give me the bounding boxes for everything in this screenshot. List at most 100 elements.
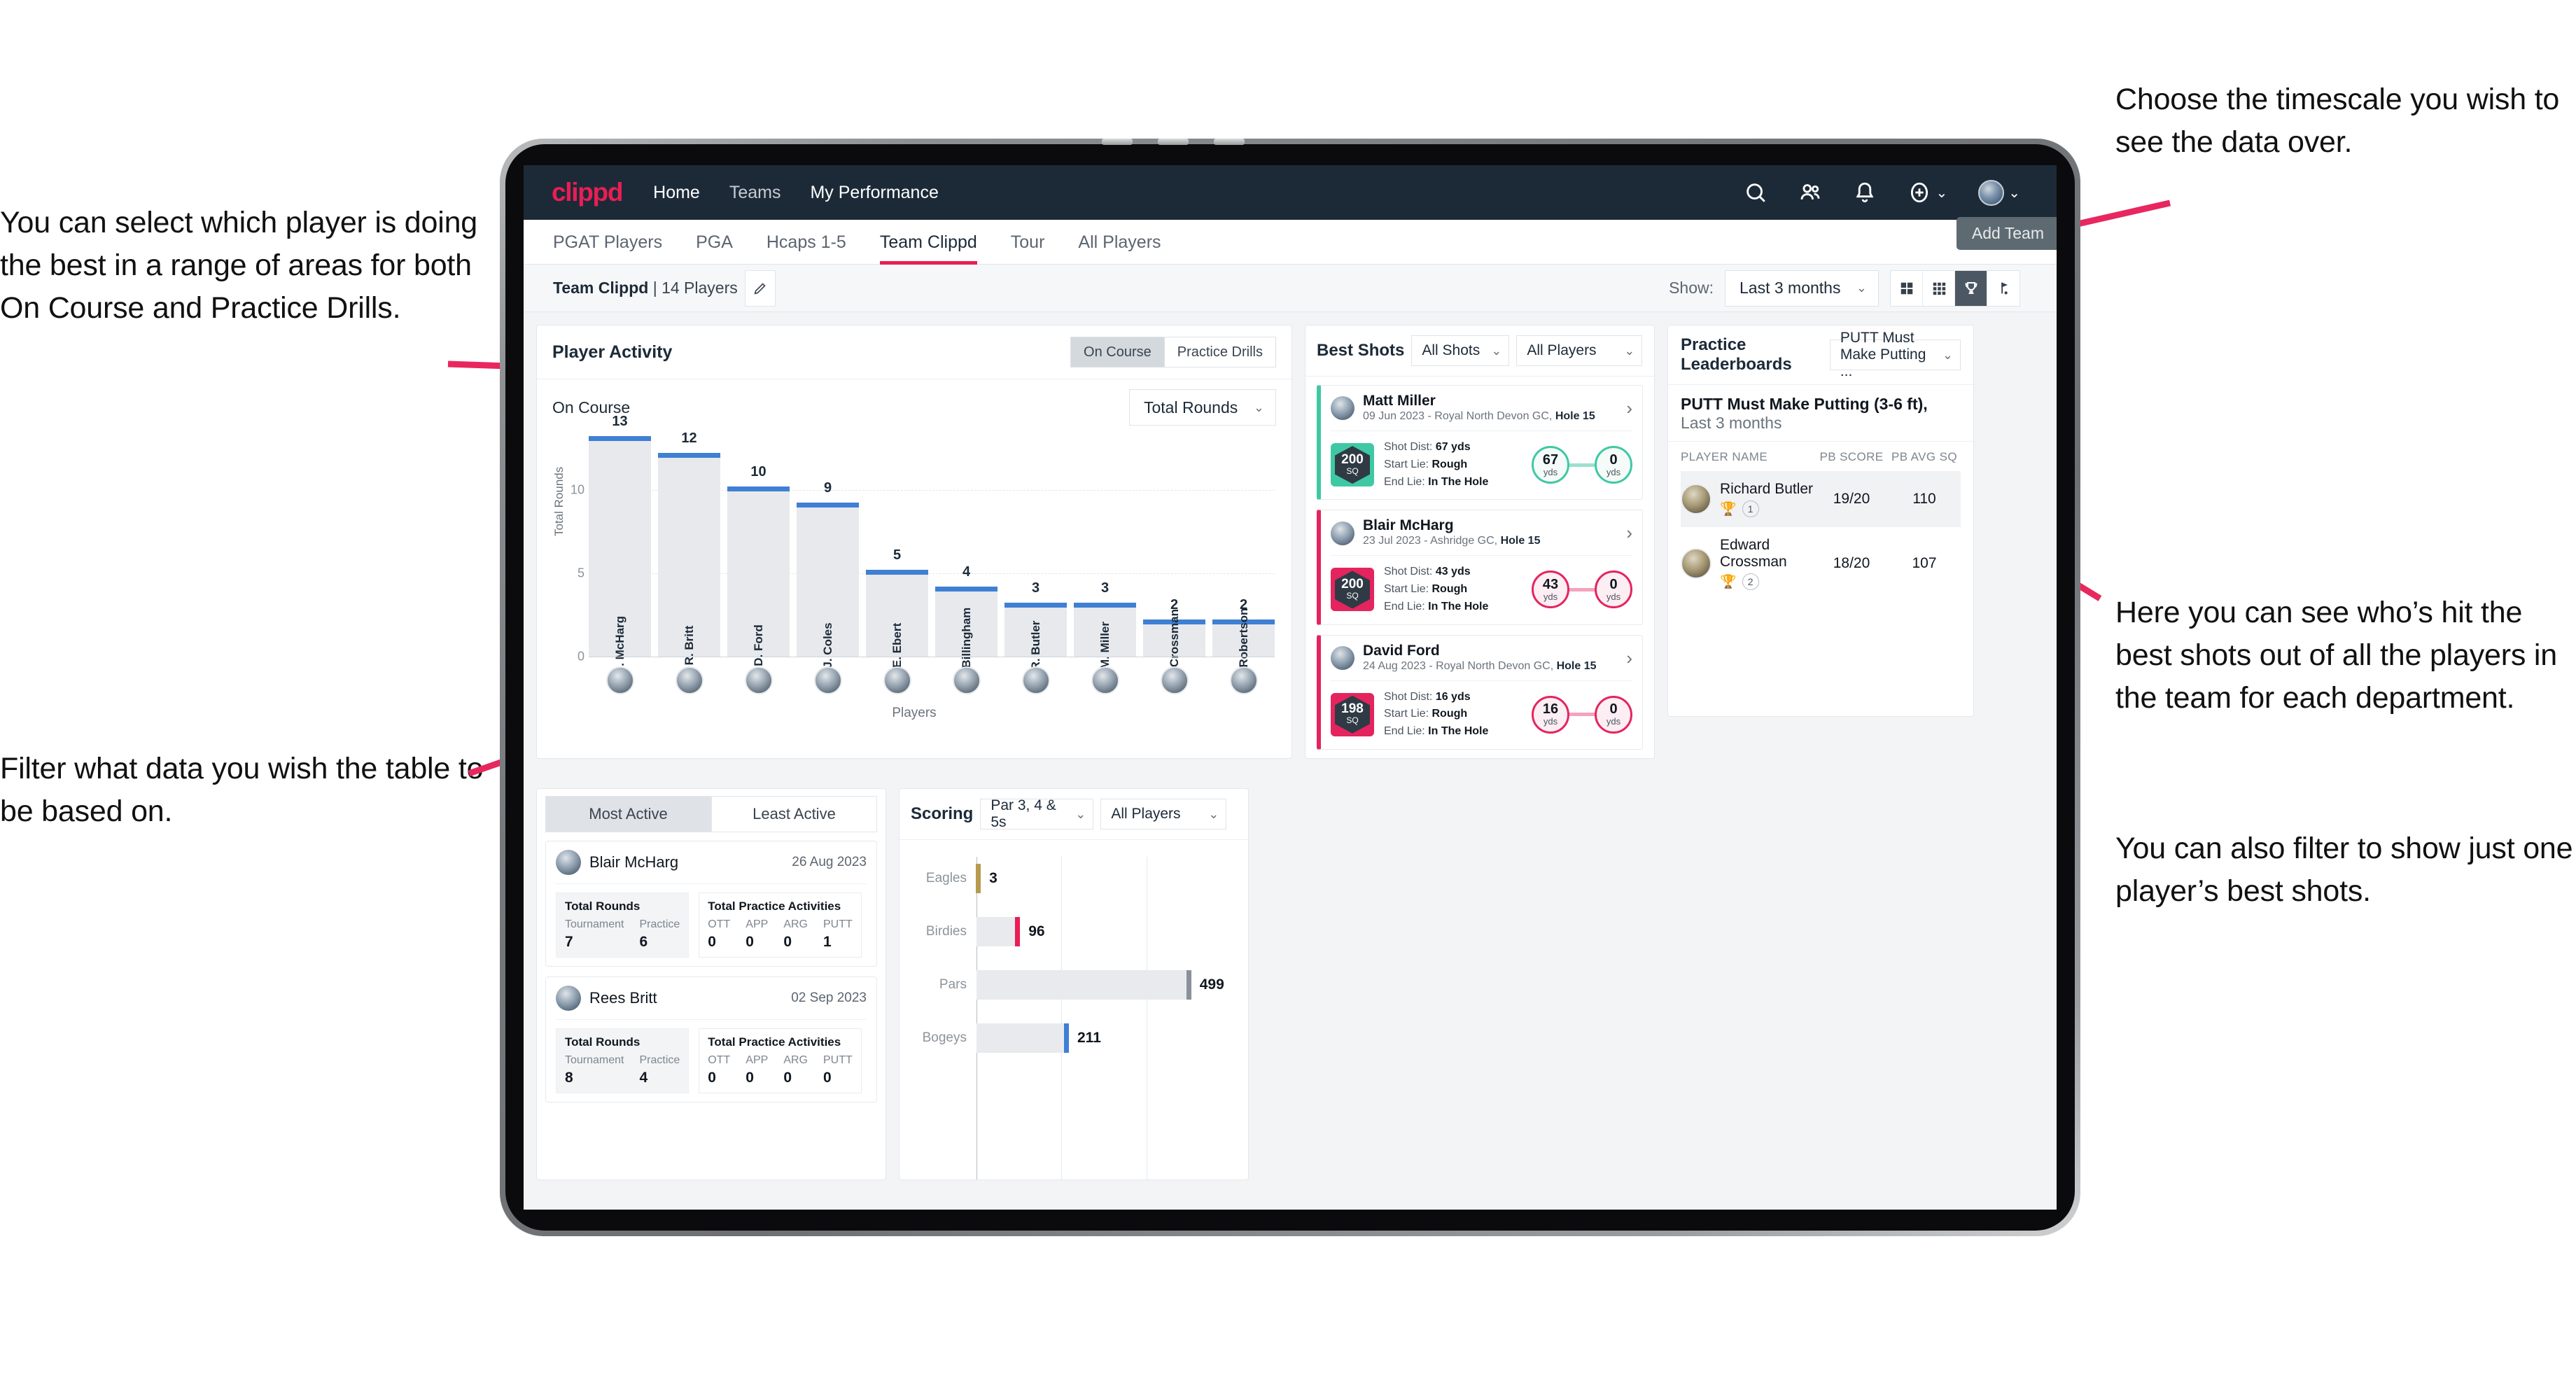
player-avatar[interactable] bbox=[866, 666, 928, 694]
chevron-right-icon[interactable]: › bbox=[1626, 522, 1632, 544]
best-shots-player-select[interactable]: All Players ⌄ bbox=[1516, 335, 1643, 366]
team-activity-card: Most Active Least Active Blair McHarg 26 … bbox=[536, 788, 886, 1180]
scoring-category-label: Eagles bbox=[925, 871, 967, 886]
chart-bar-label: R. Britt bbox=[682, 625, 696, 666]
rounds-col-tournament: Tournament bbox=[565, 1054, 624, 1066]
annotation-left-bottom: Filter what data you wish the table to b… bbox=[0, 752, 484, 829]
practice-leaderboards-title: Practice Leaderboards bbox=[1681, 335, 1792, 374]
add-team-tooltip: Add Team bbox=[1956, 217, 2057, 250]
grid-2x2-view-button[interactable] bbox=[1891, 270, 1923, 306]
player-avatar[interactable] bbox=[935, 666, 997, 694]
flag-view-button[interactable] bbox=[1987, 271, 2019, 306]
drill-select-value: PUTT Must Make Putting ... bbox=[1840, 330, 1926, 379]
chart-bar-group[interactable]: 9 J. Coles bbox=[797, 440, 859, 668]
chart-bar-cap bbox=[589, 436, 651, 441]
scoring-card: Scoring Par 3, 4 & 5s ⌄ All Players ⌄ Ea… bbox=[899, 788, 1249, 1180]
scoring-bar-value: 96 bbox=[1028, 923, 1045, 939]
shot-type-select[interactable]: All Shots ⌄ bbox=[1411, 335, 1510, 366]
activity-list: Blair McHarg 26 Aug 2023 Total Rounds Tourn… bbox=[537, 832, 886, 1111]
tab-tour[interactable]: Tour bbox=[1011, 220, 1045, 265]
chevron-down-icon: ⌄ bbox=[1253, 400, 1264, 414]
metric-select[interactable]: Total Rounds ⌄ bbox=[1129, 389, 1276, 426]
rounds-value-practice: 4 bbox=[639, 1070, 648, 1086]
people-icon[interactable] bbox=[1798, 181, 1822, 204]
clippd-logo[interactable]: clippd bbox=[552, 178, 623, 207]
col-pb-avg-sq: PB AVG SQ bbox=[1891, 450, 1957, 463]
scoring-player-select[interactable]: All Players ⌄ bbox=[1100, 799, 1227, 830]
scoring-title: Scoring bbox=[911, 804, 974, 823]
toggle-on-course[interactable]: On Course bbox=[1071, 337, 1164, 367]
edit-team-button[interactable] bbox=[744, 270, 776, 307]
chevron-right-icon[interactable]: › bbox=[1626, 648, 1632, 669]
chart-bar-label: R. Butler bbox=[1028, 620, 1042, 671]
player-avatar[interactable] bbox=[797, 666, 859, 694]
tab-all-players[interactable]: All Players bbox=[1078, 220, 1161, 265]
chart-bar-value: 4 bbox=[962, 564, 971, 580]
drill-period: Last 3 months bbox=[1681, 414, 1782, 432]
tab-pgat-players[interactable]: PGAT Players bbox=[553, 220, 662, 265]
chart-y-axis-label: Total Rounds bbox=[552, 466, 566, 536]
leaderboard-row[interactable]: Edward Crossman 🏆 2 18/20 107 bbox=[1681, 527, 1961, 600]
nav-link-my-performance[interactable]: My Performance bbox=[810, 183, 938, 203]
best-shot-card[interactable]: Matt Miller 09 Jun 2023 - Royal North Dev… bbox=[1317, 385, 1643, 500]
player-avatar[interactable] bbox=[658, 666, 720, 694]
chart-bar-group[interactable]: 2 E. Crossman bbox=[1143, 440, 1205, 682]
best-shots-card: Best Shots All Shots ⌄ All Players ⌄ Mat… bbox=[1305, 325, 1655, 759]
chart-bar-group[interactable]: 4 D. Billingham bbox=[935, 440, 997, 683]
hexagon-icon: 200 SQ bbox=[1335, 446, 1370, 484]
avatar bbox=[952, 666, 981, 694]
chart-bar-cap bbox=[1004, 603, 1067, 608]
search-icon[interactable] bbox=[1744, 181, 1768, 204]
tab-hcaps-1-5[interactable]: Hcaps 1-5 bbox=[766, 220, 846, 265]
chart-bar-group[interactable]: 5 E. Ebert bbox=[866, 440, 928, 668]
tab-most-active[interactable]: Most Active bbox=[545, 796, 711, 832]
hexagon-icon: 200 SQ bbox=[1335, 570, 1370, 609]
annotation-right-bottom: You can also filter to show just one pla… bbox=[2115, 832, 2573, 909]
metric-value: Total Rounds bbox=[1144, 398, 1238, 416]
player-avatar[interactable] bbox=[727, 666, 790, 694]
chart-bar-group[interactable]: 13 B. McHarg bbox=[589, 414, 651, 675]
scoring-gridline bbox=[1061, 857, 1063, 1180]
chart-bar-group[interactable]: 2 C. Robertson bbox=[1212, 440, 1275, 682]
shot-end-node: 0 yds bbox=[1595, 446, 1632, 484]
chart-bar-group[interactable]: 3 M. Miller bbox=[1074, 440, 1136, 669]
best-shot-player: Blair McHarg bbox=[1363, 517, 1454, 534]
drill-select[interactable]: PUTT Must Make Putting ... ⌄ bbox=[1829, 330, 1961, 379]
best-shot-card[interactable]: David Ford 24 Aug 2023 - Royal North Devo… bbox=[1317, 634, 1643, 750]
player-avatar[interactable] bbox=[1143, 666, 1205, 694]
chart-bar-cap bbox=[935, 586, 997, 592]
grid-3x3-view-button[interactable] bbox=[1923, 270, 1955, 306]
plus-circle-menu[interactable]: ⌄ bbox=[1907, 181, 1947, 204]
tab-pga[interactable]: PGA bbox=[696, 220, 733, 265]
chart-bar-value: 9 bbox=[823, 480, 832, 496]
chart-bar-group[interactable]: 12 R. Britt bbox=[658, 430, 720, 665]
player-avatar[interactable] bbox=[589, 666, 651, 694]
timescale-select[interactable]: Last 3 months ⌄ bbox=[1725, 270, 1879, 307]
rounds-col-practice: Practice bbox=[639, 918, 680, 930]
trophy-view-button[interactable] bbox=[1955, 270, 1987, 306]
par-select[interactable]: Par 3, 4 & 5s ⌄ bbox=[980, 797, 1094, 830]
avatar bbox=[1160, 666, 1189, 694]
player-avatar[interactable] bbox=[1212, 666, 1275, 694]
nav-link-teams[interactable]: Teams bbox=[729, 183, 781, 203]
best-shot-player: Matt Miller bbox=[1363, 393, 1436, 409]
bell-icon[interactable] bbox=[1853, 181, 1877, 204]
tab-team-clippd[interactable]: Team Clippd bbox=[879, 220, 977, 265]
nav-link-home[interactable]: Home bbox=[653, 183, 700, 203]
toggle-practice-drills[interactable]: Practice Drills bbox=[1163, 337, 1275, 367]
activity-card[interactable]: Blair McHarg 26 Aug 2023 Total Rounds Tourn… bbox=[545, 841, 877, 967]
chart-bar-group[interactable]: 3 R. Butler bbox=[1004, 440, 1067, 670]
user-avatar-menu[interactable]: ⌄ bbox=[1978, 179, 2020, 206]
scoring-player-value: All Players bbox=[1111, 806, 1181, 822]
tab-least-active[interactable]: Least Active bbox=[711, 796, 877, 832]
player-avatar[interactable] bbox=[1074, 666, 1136, 694]
activity-card[interactable]: Rees Britt 02 Sep 2023 Total Rounds Tournam… bbox=[545, 976, 877, 1102]
chevron-right-icon[interactable]: › bbox=[1626, 398, 1632, 419]
chart-bar-group[interactable]: 10 D. Ford bbox=[727, 440, 790, 666]
player-avatar[interactable] bbox=[1004, 666, 1067, 694]
best-shots-header: Best Shots All Shots ⌄ All Players ⌄ bbox=[1306, 326, 1654, 377]
scoring-plot-area: Eagles 3 Birdies 96 Pars 499 Bogeys 211 bbox=[923, 857, 1231, 1180]
leaderboard-row[interactable]: Richard Butler 🏆 1 19/20 110 bbox=[1681, 471, 1961, 527]
chart-bar-label: M. Miller bbox=[1098, 621, 1112, 670]
best-shot-card[interactable]: Blair McHarg 23 Jul 2023 - Ashridge GC, H… bbox=[1317, 510, 1643, 625]
